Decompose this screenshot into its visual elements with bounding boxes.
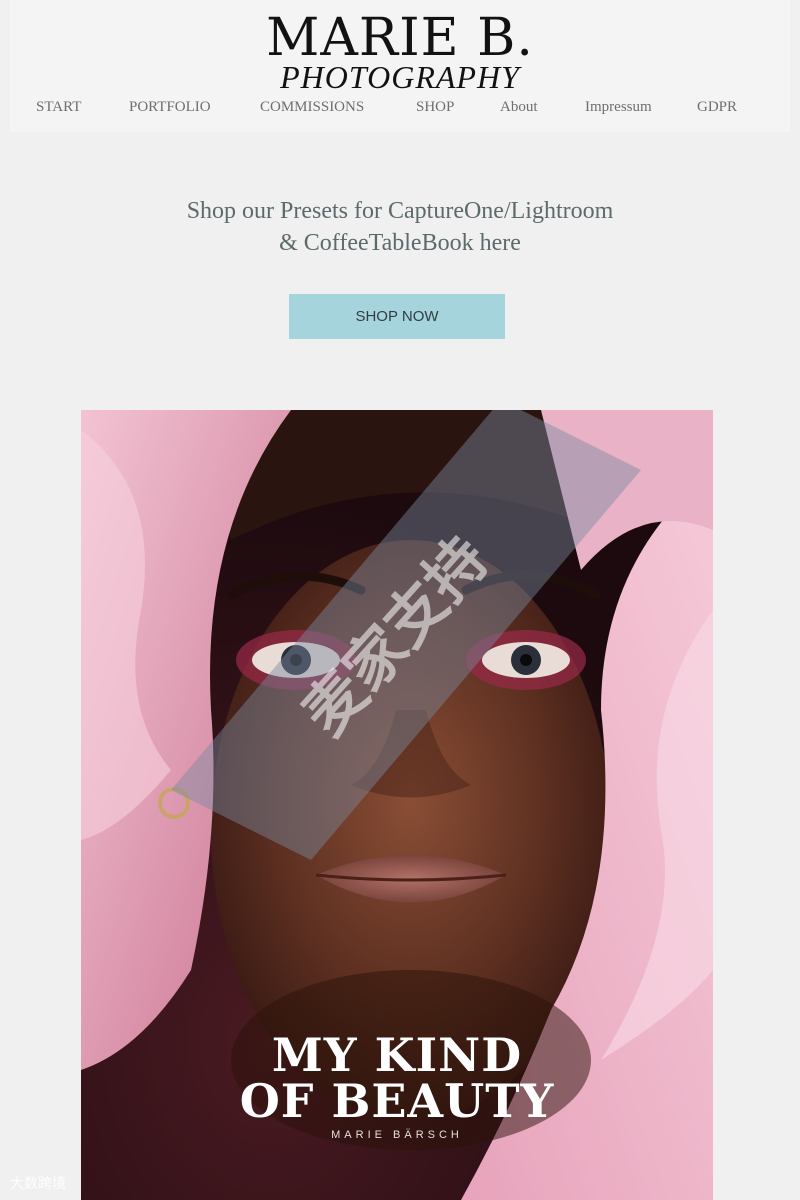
promo-text: Shop our Presets for CaptureOne/Lightroo… (0, 195, 800, 259)
promo-line1: Shop our Presets for CaptureOne/Lightroo… (186, 198, 614, 224)
nav-gdpr[interactable]: GDPR (697, 99, 737, 116)
cover-title-line1: MY KIND (271, 1028, 523, 1082)
nav-about[interactable]: About (500, 99, 538, 116)
corner-watermark: 大数跨境 (10, 1176, 66, 1192)
logo-subtitle[interactable]: PHOTOGRAPHY (0, 58, 800, 96)
cover-author: MARIE BÄRSCH (331, 1129, 463, 1141)
nav-commissions[interactable]: COMMISSIONS (260, 99, 364, 116)
nav-portfolio[interactable]: PORTFOLIO (129, 99, 211, 116)
nav-shop[interactable]: SHOP (416, 99, 454, 116)
shop-now-button[interactable]: SHOP NOW (289, 294, 505, 339)
cover-title: MY KIND OF BEAUTY (81, 1032, 713, 1124)
book-cover-image[interactable]: 麦家支持 MY KIND OF BEAUTY MARIE BÄRSCH (81, 410, 713, 1200)
promo-line2: & CoffeeTableBook here (279, 230, 521, 256)
cover-title-line2: OF BEAUTY (239, 1074, 555, 1128)
nav-impressum[interactable]: Impressum (585, 99, 652, 116)
nav-start[interactable]: START (36, 99, 81, 116)
